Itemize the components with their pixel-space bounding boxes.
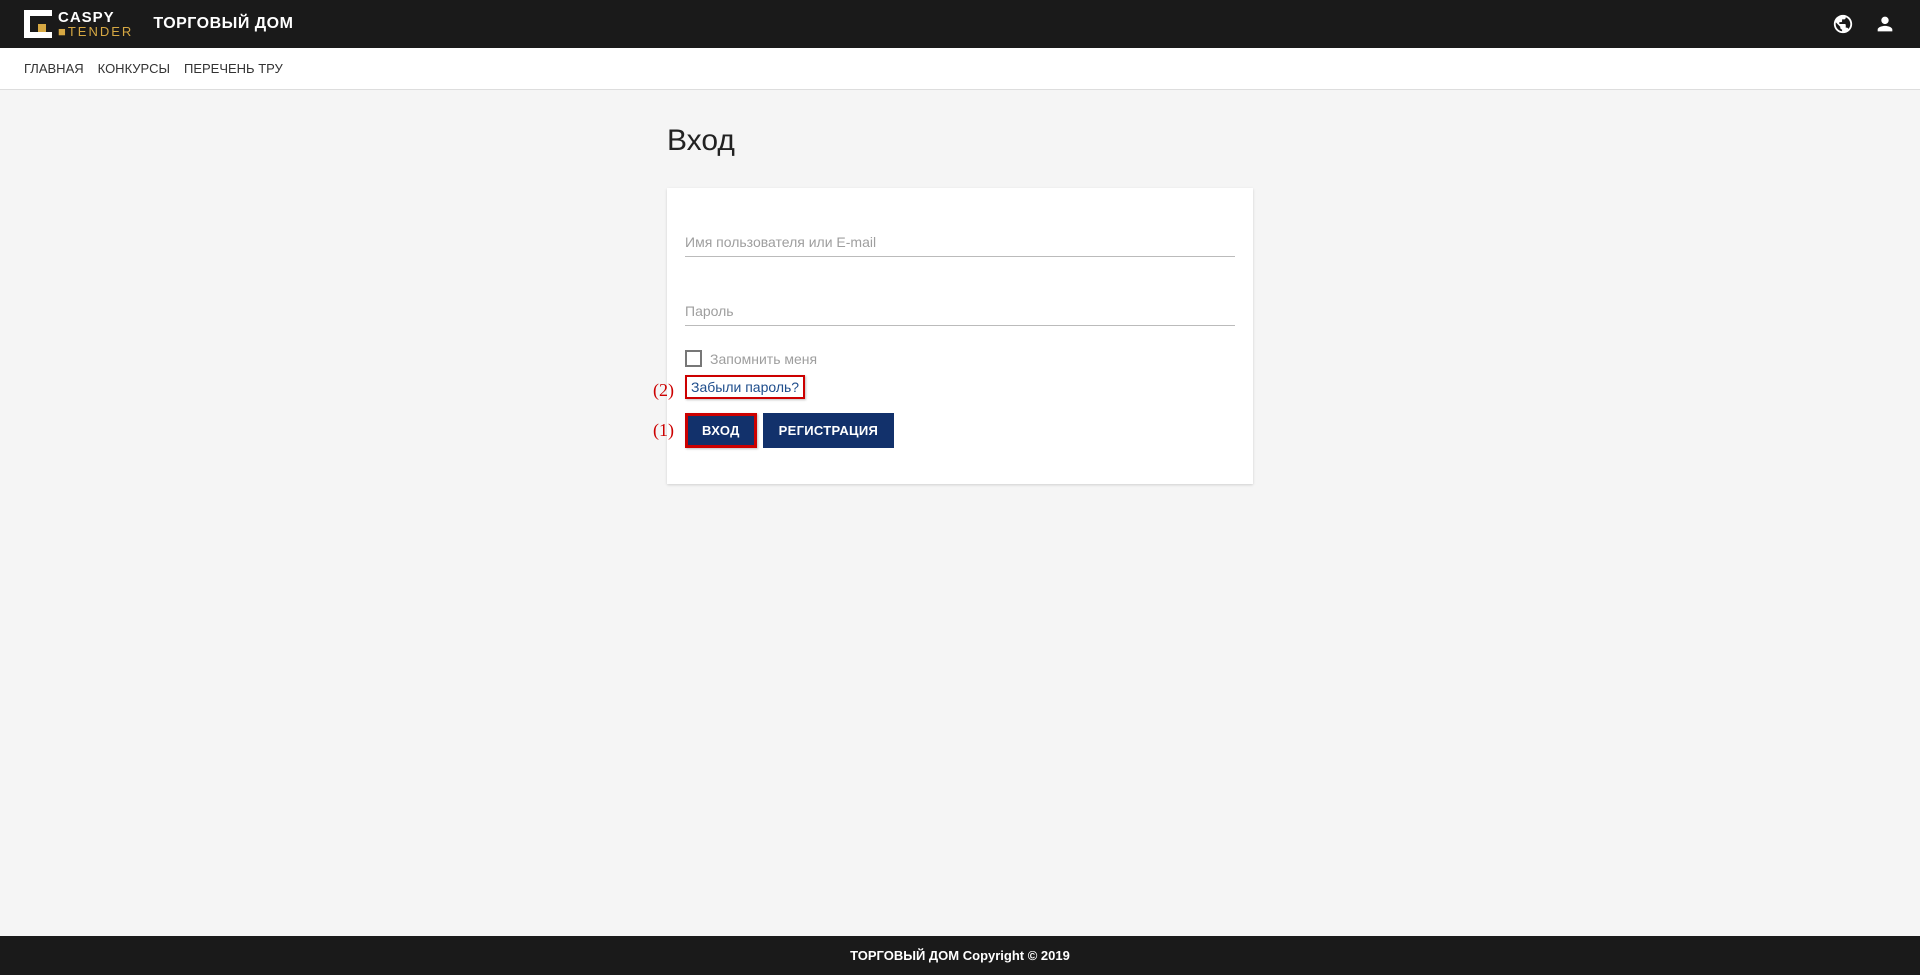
register-button[interactable]: РЕГИСТРАЦИЯ — [763, 413, 894, 448]
nav: ГЛАВНАЯ КОНКУРСЫ ПЕРЕЧЕНЬ ТРУ — [0, 48, 1920, 90]
page-title: Вход — [667, 124, 1253, 158]
content: Вход Запомнить меня Забыли пароль? ВХОД … — [0, 90, 1920, 544]
logo[interactable]: CASPY ■TENDER — [24, 10, 133, 38]
topbar: CASPY ■TENDER ТОРГОВЫЙ ДОМ — [0, 0, 1920, 48]
logo-text: CASPY ■TENDER — [58, 10, 133, 38]
site-title: ТОРГОВЫЙ ДОМ — [153, 15, 293, 33]
forgot-row: Забыли пароль? — [685, 375, 1235, 399]
nav-main[interactable]: ГЛАВНАЯ — [24, 61, 84, 76]
annotation-2: (2) — [653, 380, 674, 401]
logo-text-bottom: ■TENDER — [58, 25, 133, 38]
remember-row: Запомнить меня — [685, 350, 1235, 367]
password-input[interactable] — [685, 297, 1235, 326]
footer: ТОРГОВЫЙ ДОМ Copyright © 2019 — [0, 936, 1920, 975]
topbar-right — [1832, 13, 1896, 35]
remember-label: Запомнить меня — [710, 351, 817, 367]
annotation-1: (1) — [653, 420, 674, 441]
globe-icon[interactable] — [1832, 13, 1854, 35]
nav-tenders[interactable]: КОНКУРСЫ — [98, 61, 170, 76]
card-inner: Запомнить меня Забыли пароль? ВХОД РЕГИС… — [685, 228, 1235, 448]
login-button[interactable]: ВХОД — [685, 413, 757, 448]
login-card: Запомнить меня Забыли пароль? ВХОД РЕГИС… — [667, 188, 1253, 484]
login-wrapper: Вход Запомнить меня Забыли пароль? ВХОД … — [667, 124, 1253, 484]
nav-tru[interactable]: ПЕРЕЧЕНЬ ТРУ — [184, 61, 283, 76]
topbar-left: CASPY ■TENDER ТОРГОВЫЙ ДОМ — [24, 10, 293, 38]
button-row: ВХОД РЕГИСТРАЦИЯ — [685, 413, 1235, 448]
logo-mark-icon — [24, 10, 52, 38]
remember-checkbox[interactable] — [685, 350, 702, 367]
user-icon[interactable] — [1874, 13, 1896, 35]
forgot-password-link[interactable]: Забыли пароль? — [685, 375, 805, 399]
logo-text-top: CASPY — [58, 10, 133, 25]
username-input[interactable] — [685, 228, 1235, 257]
